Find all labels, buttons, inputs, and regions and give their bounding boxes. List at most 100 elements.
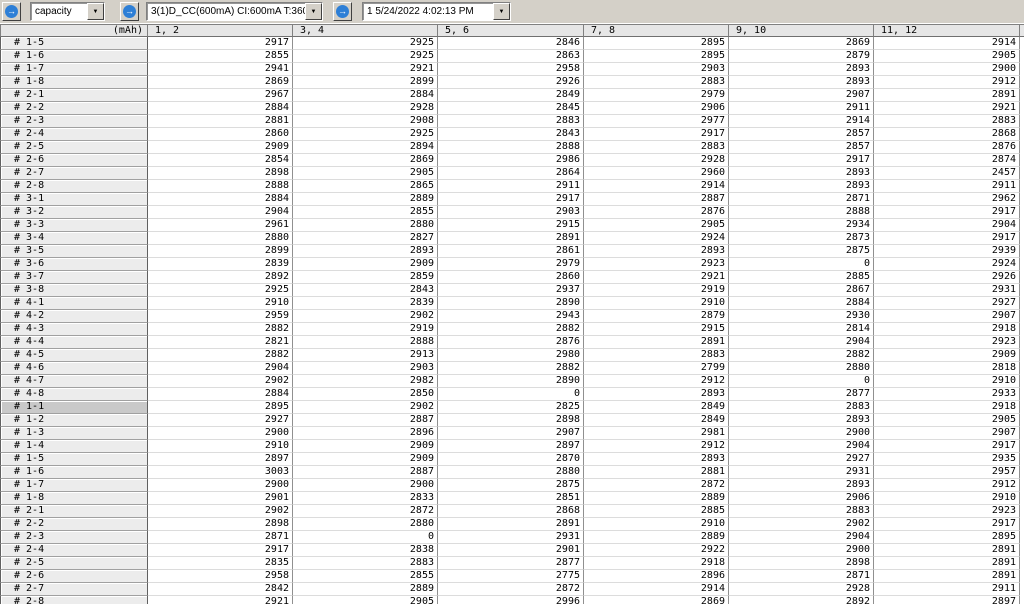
cell: 2909 bbox=[148, 141, 293, 154]
row-sliver bbox=[1020, 583, 1024, 596]
table-row: # 3-4 2880 2827 2891 2924 2873 2917 bbox=[0, 232, 1024, 245]
cell: 2888 bbox=[729, 206, 874, 219]
row-sliver bbox=[1020, 297, 1024, 310]
row-label: # 2-8 bbox=[0, 180, 148, 193]
cell: 2917 bbox=[148, 544, 293, 557]
dropdown-arrow-icon[interactable]: ▼ bbox=[305, 3, 322, 20]
row-label: # 2-6 bbox=[0, 570, 148, 583]
row-label: # 1-5 bbox=[0, 453, 148, 466]
table-row: # 2-6 2958 2855 2775 2896 2871 2891 bbox=[0, 570, 1024, 583]
cell: 2872 bbox=[584, 479, 729, 492]
cell: 2893 bbox=[729, 180, 874, 193]
row-sliver bbox=[1020, 375, 1024, 388]
table-row: # 2-2 2884 2928 2845 2906 2911 2921 bbox=[0, 102, 1024, 115]
go-button-2[interactable]: → bbox=[120, 2, 139, 21]
cell: 2921 bbox=[148, 596, 293, 604]
table-row: # 3-7 2892 2859 2860 2921 2885 2926 bbox=[0, 271, 1024, 284]
cell: 2883 bbox=[293, 557, 438, 570]
cell: 2887 bbox=[293, 414, 438, 427]
cell: 2857 bbox=[729, 128, 874, 141]
row-sliver bbox=[1020, 518, 1024, 531]
cell: 2889 bbox=[584, 531, 729, 544]
cell: 2872 bbox=[438, 583, 584, 596]
cell: 2825 bbox=[438, 401, 584, 414]
cell: 2892 bbox=[729, 596, 874, 604]
cell: 2921 bbox=[584, 271, 729, 284]
cell: 2900 bbox=[148, 479, 293, 492]
cell: 2912 bbox=[874, 479, 1020, 492]
cell: 2891 bbox=[874, 570, 1020, 583]
cell: 2888 bbox=[293, 336, 438, 349]
cell: 2855 bbox=[293, 206, 438, 219]
cell: 2873 bbox=[729, 232, 874, 245]
cell: 2882 bbox=[438, 362, 584, 375]
cell: 2838 bbox=[293, 544, 438, 557]
cell: 2917 bbox=[874, 232, 1020, 245]
go-button-3[interactable]: → bbox=[333, 2, 352, 21]
measure-select[interactable]: capacity ▼ bbox=[30, 2, 105, 21]
cell: 2903 bbox=[293, 362, 438, 375]
row-sliver bbox=[1020, 362, 1024, 375]
measure-select-value: capacity bbox=[35, 6, 72, 17]
cell: 0 bbox=[729, 375, 874, 388]
cell: 2887 bbox=[584, 193, 729, 206]
row-sliver bbox=[1020, 453, 1024, 466]
cell: 2913 bbox=[293, 349, 438, 362]
row-label: # 1-8 bbox=[0, 76, 148, 89]
row-label: # 2-3 bbox=[0, 115, 148, 128]
cell: 2885 bbox=[729, 271, 874, 284]
table-row: # 2-2 2898 2880 2891 2910 2902 2917 bbox=[0, 518, 1024, 531]
cell: 2880 bbox=[438, 466, 584, 479]
row-label: # 2-4 bbox=[0, 544, 148, 557]
row-label: # 1-6 bbox=[0, 466, 148, 479]
cell: 2898 bbox=[148, 518, 293, 531]
cell: 2900 bbox=[148, 427, 293, 440]
row-label: # 2-1 bbox=[0, 89, 148, 102]
row-label: # 2-6 bbox=[0, 154, 148, 167]
column-header: 3, 4 bbox=[293, 24, 438, 37]
cell: 2883 bbox=[729, 401, 874, 414]
dropdown-arrow-icon[interactable]: ▼ bbox=[493, 3, 510, 20]
run-datetime-select[interactable]: 1 5/24/2022 4:02:13 PM ▼ bbox=[362, 2, 511, 21]
cell: 2871 bbox=[729, 570, 874, 583]
table-row: # 1-4 2910 2909 2897 2912 2904 2917 bbox=[0, 440, 1024, 453]
column-header: 1, 2 bbox=[148, 24, 293, 37]
cell: 0 bbox=[729, 258, 874, 271]
cell: 2880 bbox=[293, 219, 438, 232]
cell: 2883 bbox=[874, 115, 1020, 128]
cell: 2910 bbox=[148, 297, 293, 310]
cell: 2904 bbox=[729, 336, 874, 349]
table-row: # 2-7 2898 2905 2864 2960 2893 2457 bbox=[0, 167, 1024, 180]
dropdown-arrow-icon[interactable]: ▼ bbox=[87, 3, 104, 20]
cell: 2904 bbox=[148, 362, 293, 375]
cell: 2925 bbox=[293, 50, 438, 63]
data-grid: (mAh) 1, 2 3, 4 5, 6 7, 8 9, 10 11, 12 # 1-5 291… bbox=[0, 24, 1024, 604]
row-sliver bbox=[1020, 76, 1024, 89]
row-sliver bbox=[1020, 349, 1024, 362]
test-step-select[interactable]: 3(1)D_CC(600mA) CI:600mA T:360min ▼ bbox=[146, 2, 323, 21]
cell: 2917 bbox=[729, 154, 874, 167]
cell: 2939 bbox=[874, 245, 1020, 258]
cell: 2895 bbox=[584, 37, 729, 50]
row-sliver bbox=[1020, 193, 1024, 206]
cell: 2869 bbox=[584, 596, 729, 604]
cell: 2907 bbox=[874, 427, 1020, 440]
cell: 2910 bbox=[874, 375, 1020, 388]
cell: 2891 bbox=[874, 89, 1020, 102]
table-row: # 4-3 2882 2919 2882 2915 2814 2918 bbox=[0, 323, 1024, 336]
cell: 2885 bbox=[584, 505, 729, 518]
row-sliver bbox=[1020, 180, 1024, 193]
row-label: # 3-1 bbox=[0, 193, 148, 206]
cell: 2958 bbox=[148, 570, 293, 583]
cell: 2867 bbox=[729, 284, 874, 297]
go-button-1[interactable]: → bbox=[2, 2, 21, 21]
cell: 2928 bbox=[729, 583, 874, 596]
cell: 2859 bbox=[293, 271, 438, 284]
cell: 2868 bbox=[874, 128, 1020, 141]
row-sliver bbox=[1020, 557, 1024, 570]
cell: 2910 bbox=[584, 518, 729, 531]
cell: 2884 bbox=[148, 102, 293, 115]
cell: 0 bbox=[293, 531, 438, 544]
cell: 2883 bbox=[584, 349, 729, 362]
cell: 2880 bbox=[293, 518, 438, 531]
